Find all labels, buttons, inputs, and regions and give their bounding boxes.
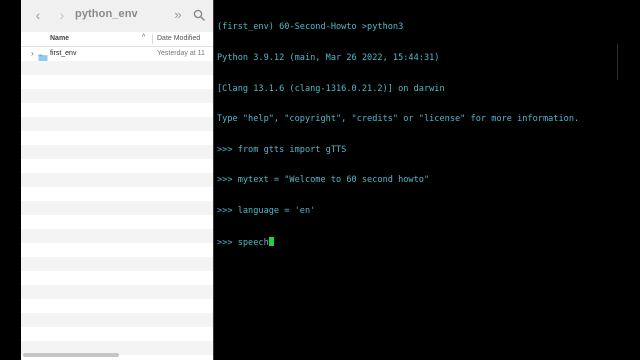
empty-row bbox=[21, 257, 213, 271]
empty-row bbox=[21, 103, 213, 117]
window-title: python_env bbox=[75, 8, 138, 20]
terminal-current-input: >>> speech bbox=[217, 237, 269, 248]
empty-row bbox=[21, 61, 213, 75]
empty-row bbox=[21, 173, 213, 187]
column-header: Name ^ Date Modified bbox=[21, 32, 213, 47]
empty-row bbox=[21, 243, 213, 257]
more-toolbar-button[interactable]: » bbox=[171, 6, 185, 24]
empty-row bbox=[21, 75, 213, 89]
empty-row bbox=[21, 215, 213, 229]
empty-row bbox=[21, 201, 213, 215]
empty-row bbox=[21, 271, 213, 285]
column-divider[interactable] bbox=[152, 34, 153, 44]
terminal-line: Type "help", "copyright", "credits" or "… bbox=[217, 114, 580, 125]
empty-row bbox=[21, 187, 213, 201]
terminal-line: [Clang 13.1.6 (clang-1316.0.21.2)] on da… bbox=[217, 83, 445, 94]
empty-row bbox=[21, 313, 213, 327]
empty-row bbox=[21, 117, 213, 131]
terminal-line: >>> from gtts import gTTS bbox=[217, 144, 347, 155]
finder-toolbar: ‹ › python_env » bbox=[21, 0, 213, 32]
terminal-line: Python 3.9.12 (main, Mar 26 2022, 15:44:… bbox=[217, 53, 440, 63]
horizontal-scrollbar[interactable] bbox=[23, 353, 119, 357]
empty-row bbox=[21, 299, 213, 313]
chevron-right-icon[interactable]: › bbox=[55, 6, 69, 24]
terminal-line: >>> mytext = "Welcome to 60 second howto… bbox=[217, 175, 430, 186]
terminal-line: (first_env) 60-Second-Howto >python3 bbox=[217, 22, 404, 33]
file-date-modified: Yesterday at 11 bbox=[157, 50, 205, 57]
empty-row bbox=[21, 327, 213, 341]
chevron-left-icon[interactable]: ‹ bbox=[31, 6, 45, 24]
sort-indicator-icon: ^ bbox=[142, 34, 146, 41]
terminal-line: >>> language = 'en' bbox=[217, 205, 316, 216]
text-cursor bbox=[268, 236, 274, 246]
disclosure-triangle-icon[interactable]: › bbox=[31, 49, 34, 58]
terminal-window[interactable]: (first_env) 60-Second-Howto >python3 Pyt… bbox=[214, 0, 640, 360]
empty-row bbox=[21, 159, 213, 173]
list-item[interactable]: › first_env Yesterday at 11 bbox=[21, 47, 213, 62]
finder-window: ‹ › python_env » Name ^ Date Modified › … bbox=[21, 0, 213, 360]
left-gutter bbox=[0, 0, 21, 360]
empty-row bbox=[21, 145, 213, 159]
empty-row bbox=[21, 89, 213, 103]
terminal-input-line[interactable]: >>> speech bbox=[217, 236, 640, 248]
file-list: › first_env Yesterday at 11 bbox=[21, 47, 213, 355]
column-header-name[interactable]: Name bbox=[50, 35, 69, 42]
empty-row bbox=[21, 131, 213, 145]
empty-row bbox=[21, 285, 213, 299]
empty-row bbox=[21, 229, 213, 243]
folder-icon bbox=[38, 49, 48, 62]
column-header-date-modified[interactable]: Date Modified bbox=[157, 35, 200, 42]
terminal-scroll-indicator bbox=[617, 44, 622, 80]
file-name: first_env bbox=[50, 50, 77, 57]
search-icon[interactable] bbox=[191, 6, 207, 24]
